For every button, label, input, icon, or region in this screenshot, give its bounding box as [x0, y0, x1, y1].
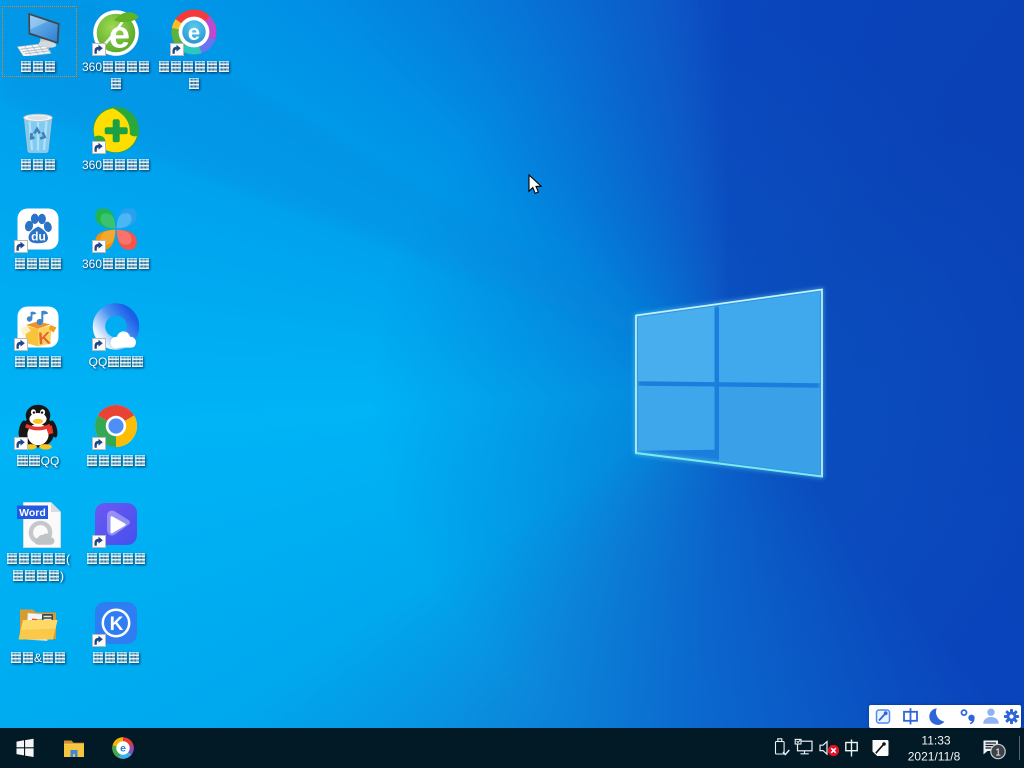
svg-text:K: K: [110, 614, 124, 635]
svg-text:du: du: [31, 230, 46, 244]
svg-text:Word: Word: [19, 507, 46, 519]
svg-text:e: e: [188, 20, 200, 45]
svg-text:11:33: 11:33: [921, 733, 950, 747]
svg-text:K: K: [38, 329, 52, 349]
svg-text:e: e: [120, 742, 126, 754]
svg-text:1: 1: [995, 747, 1001, 758]
svg-text:2021/11/8: 2021/11/8: [908, 749, 961, 763]
